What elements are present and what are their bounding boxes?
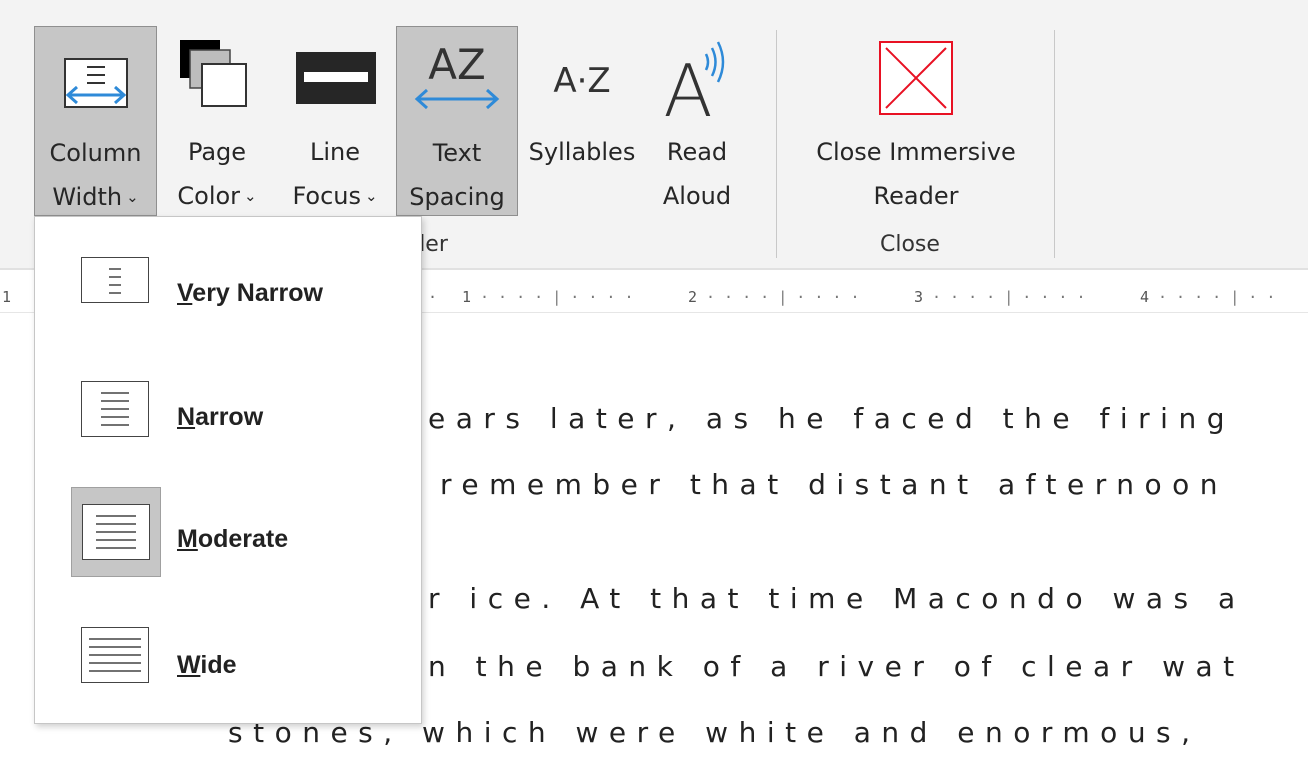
read-aloud-label-1: Read: [666, 138, 728, 166]
group-separator: [776, 30, 777, 258]
syllables-button[interactable]: A·Z Syllables: [520, 26, 644, 216]
read-aloud-icon: A: [644, 36, 750, 133]
line-focus-label-2: Focus: [292, 182, 361, 210]
menu-item-moderate[interactable]: Moderate: [35, 487, 421, 577]
read-aloud-button[interactable]: A Read Aloud: [644, 26, 750, 216]
wide-icon: [81, 627, 149, 683]
ruler-ticks: · · · · | · · · ·: [932, 288, 1086, 306]
column-width-label-2: Width: [52, 183, 123, 211]
syllables-icon-text: A·Z: [553, 61, 610, 101]
menu-item-label: ide: [200, 651, 237, 679]
menu-item-wide[interactable]: Wide: [35, 617, 421, 707]
ruler-ticks: · · · · | · · · ·: [706, 288, 860, 306]
line-focus-button[interactable]: Line Focus ⌄: [276, 26, 394, 216]
chevron-down-icon: ⌄: [364, 187, 378, 205]
menu-mnemonic: N: [177, 403, 196, 431]
narrow-icon: [81, 381, 149, 437]
column-width-button[interactable]: Column Width ⌄: [34, 26, 157, 216]
text-spacing-button[interactable]: AZ Text Spacing: [396, 26, 518, 216]
ruler-ticks: ·: [428, 288, 438, 306]
menu-item-label: oderate: [197, 525, 289, 553]
column-width-label-1: Column: [49, 139, 142, 167]
text-spacing-icon-text: AZ: [428, 40, 486, 89]
text-spacing-label-1: Text: [432, 139, 482, 167]
document-line: ears later, as he faced the firing: [428, 402, 1235, 435]
very-narrow-icon: [81, 257, 149, 303]
page-color-icon: [158, 36, 276, 122]
immersive-reader-window: Column Width⌄ Page Color⌄ Line Focus⌄: [0, 0, 1308, 770]
close-immersive-reader-button[interactable]: Close Immersive Reader: [796, 26, 1036, 216]
menu-item-label: arrow: [195, 403, 264, 431]
menu-mnemonic: W: [177, 651, 201, 679]
menu-mnemonic: V: [177, 279, 193, 307]
document-line: r ice. At that time Macondo was a: [428, 582, 1246, 615]
ruler-ticks: · · · · | · · · ·: [480, 288, 634, 306]
ruler-mark: 2: [688, 288, 698, 306]
chevron-down-icon: ⌄: [126, 188, 139, 206]
line-focus-label-1: Line: [309, 138, 360, 166]
ruler-mark: 3: [914, 288, 924, 306]
syllables-icon: A·Z: [520, 36, 644, 122]
line-focus-icon: [276, 36, 394, 122]
column-width-menu: Very Narrow Narrow Moderate Wide: [34, 216, 422, 724]
group-label-close: Close: [880, 232, 940, 257]
syllables-label: Syllables: [528, 138, 636, 166]
chevron-down-icon: ⌄: [244, 187, 257, 205]
text-spacing-label-2: Spacing: [409, 183, 505, 211]
close-immersive-label-1: Close Immersive: [816, 138, 1016, 166]
document-line: remember that distant afternoon: [440, 468, 1228, 501]
text-spacing-icon: AZ: [397, 37, 517, 123]
menu-item-very-narrow[interactable]: Very Narrow: [35, 249, 421, 339]
close-icon: [796, 36, 1036, 122]
page-color-label-1: Page: [187, 138, 247, 166]
read-aloud-label-2: Aloud: [662, 182, 732, 210]
ruler-mark: 1: [462, 288, 472, 306]
close-immersive-label-2: Reader: [873, 182, 959, 210]
menu-item-narrow[interactable]: Narrow: [35, 371, 421, 461]
group-separator: [1054, 30, 1055, 258]
menu-mnemonic: M: [177, 525, 198, 553]
page-color-button[interactable]: Page Color ⌄: [158, 26, 276, 216]
ruler-mark: 4: [1140, 288, 1150, 306]
page-color-label-2: Color: [177, 182, 241, 210]
menu-item-label: ery Narrow: [192, 279, 323, 307]
ruler-mark: 1: [2, 288, 12, 306]
column-width-icon: [35, 37, 156, 123]
ruler-ticks: · · · · | · ·: [1158, 288, 1276, 306]
read-aloud-icon-text: A: [663, 49, 712, 122]
document-line: n the bank of a river of clear wat: [428, 650, 1245, 683]
moderate-icon: [82, 504, 150, 560]
